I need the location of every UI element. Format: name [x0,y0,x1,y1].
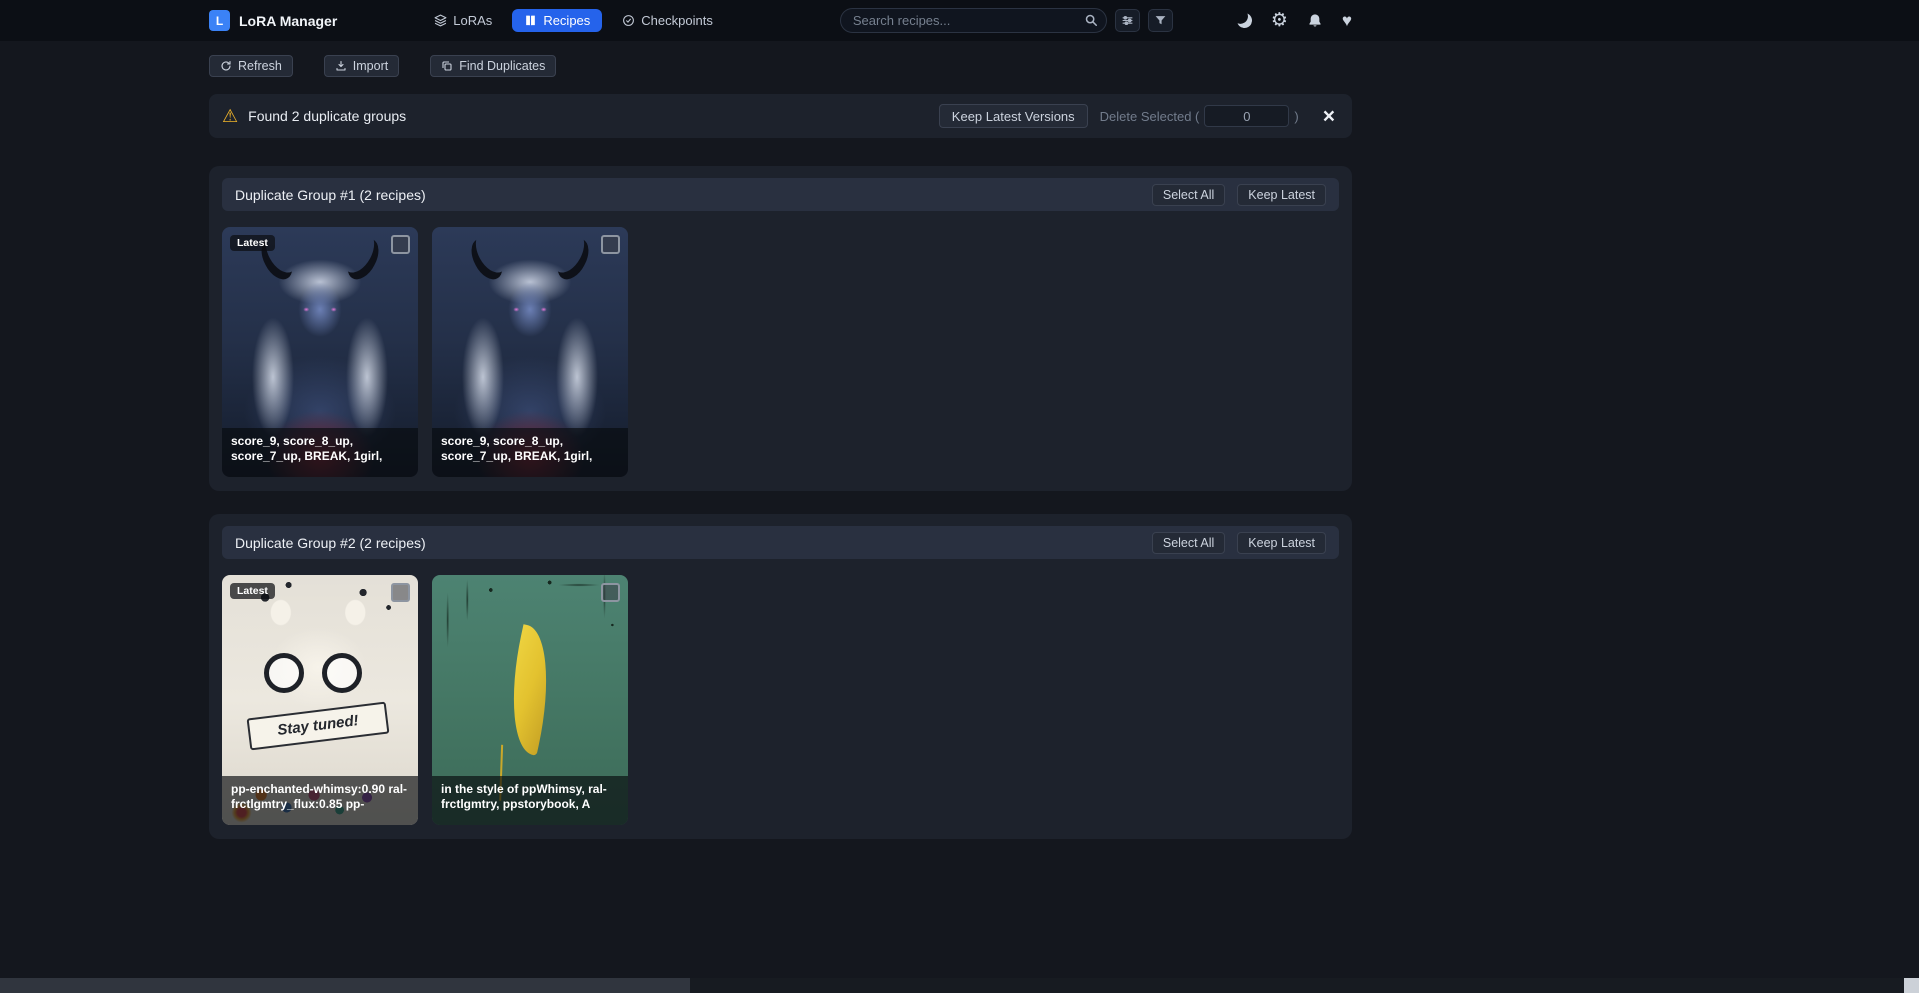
sign-text: Stay tuned! [276,712,359,739]
navbar: L LoRA Manager LoRAs Recipes C [0,0,1919,41]
tab-checkpoints-label: Checkpoints [641,13,713,28]
recipe-caption-text: pp-enchanted-whimsy:0.90 ral-frctlgmtry_… [231,782,409,812]
keep-latest-label: Keep Latest [1248,188,1315,202]
app-logo-icon: L [209,10,230,31]
navbar-inner: L LoRA Manager LoRAs Recipes C [209,0,1352,41]
refresh-label: Refresh [238,59,282,73]
funnel-icon [1154,14,1167,27]
app-title: LoRA Manager [239,13,337,29]
layers-icon [434,14,447,27]
recipe-caption: in the style of ppWhimsy, ral-frctlgmtry… [432,776,628,825]
search-bar [840,8,1107,33]
recipe-card[interactable]: in the style of ppWhimsy, ral-frctlgmtry… [432,575,628,825]
tab-loras-label: LoRAs [453,13,492,28]
import-icon [335,60,347,72]
sliders-button[interactable] [1115,9,1140,32]
filter-button[interactable] [1148,9,1173,32]
recipe-caption-text: score_9, score_8_up, score_7_up, BREAK, … [231,434,409,464]
delete-selected-suffix: ) [1294,109,1298,124]
recipe-caption: score_9, score_8_up, score_7_up, BREAK, … [222,428,418,477]
refresh-icon [220,60,232,72]
group-1-keep-latest-button[interactable]: Keep Latest [1237,184,1326,206]
stay-tuned-sign: Stay tuned! [247,702,390,751]
nav-tabs: LoRAs Recipes Checkpoints [432,9,715,32]
recipe-card[interactable]: score_9, score_8_up, score_7_up, BREAK, … [432,227,628,477]
warning-triangle-icon: ⚠ [222,107,238,125]
keep-latest-versions-button[interactable]: Keep Latest Versions [939,104,1088,128]
group-2-keep-latest-button[interactable]: Keep Latest [1237,532,1326,554]
main-content: Refresh Import Find Duplicates ⚠ Found 2… [209,41,1352,839]
notifications-bell-icon[interactable] [1307,13,1323,29]
duplicates-copy-icon [441,60,453,72]
refresh-button[interactable]: Refresh [209,55,293,77]
tab-loras[interactable]: LoRAs [432,9,494,32]
alert-message: Found 2 duplicate groups [248,108,406,124]
book-icon [524,14,537,27]
recipe-card[interactable]: Latest score_9, score_8_up, score_7_up, … [222,227,418,477]
scrollbar-corner [1904,978,1919,993]
duplicate-group-panel-2: Duplicate Group #2 (2 recipes) Select Al… [209,514,1352,839]
find-duplicates-button[interactable]: Find Duplicates [430,55,556,77]
recipe-caption: pp-enchanted-whimsy:0.90 ral-frctlgmtry_… [222,776,418,825]
sliders-icon [1121,14,1134,27]
close-alert-button[interactable]: × [1319,106,1339,127]
alert-actions: Keep Latest Versions Delete Selected ( )… [939,104,1339,128]
find-duplicates-label: Find Duplicates [459,59,545,73]
toolbar: Refresh Import Find Duplicates [209,55,1352,77]
group-1-cards: Latest score_9, score_8_up, score_7_up, … [222,227,1339,477]
import-label: Import [353,59,388,73]
duplicate-group-panel-1: Duplicate Group #1 (2 recipes) Select Al… [209,166,1352,491]
group-1-header: Duplicate Group #1 (2 recipes) Select Al… [222,178,1339,211]
latest-badge: Latest [230,583,275,599]
recipe-checkbox[interactable] [391,583,410,602]
recipe-caption: score_9, score_8_up, score_7_up, BREAK, … [432,428,628,477]
search-input[interactable] [840,8,1107,33]
delete-selected-prefix: Delete Selected ( [1100,109,1200,124]
latest-badge: Latest [230,235,275,251]
logo-letter: L [216,14,223,28]
recipe-caption-text: in the style of ppWhimsy, ral-frctlgmtry… [441,782,619,812]
horizontal-scrollbar[interactable] [0,978,1919,993]
search-icon[interactable] [1084,13,1098,27]
tab-recipes-label: Recipes [543,13,590,28]
import-button[interactable]: Import [324,55,399,77]
delete-count-input[interactable] [1204,105,1289,127]
keep-latest-label: Keep Latest [1248,536,1315,550]
close-icon: × [1323,105,1335,128]
favorites-heart-icon[interactable]: ♥ [1342,12,1352,29]
brand[interactable]: L LoRA Manager [209,10,337,31]
recipe-checkbox[interactable] [601,235,620,254]
delete-selected-group: Delete Selected ( ) [1100,105,1299,127]
horizontal-scrollbar-thumb[interactable] [0,978,690,993]
group-1-actions: Select All Keep Latest [1152,184,1326,206]
duplicates-alert-banner: ⚠ Found 2 duplicate groups Keep Latest V… [209,94,1352,138]
select-all-label: Select All [1163,536,1214,550]
recipe-card[interactable]: Stay tuned! Latest pp-enchanted-whimsy:0… [222,575,418,825]
theme-toggle-moon-icon[interactable] [1235,11,1253,29]
recipe-caption-text: score_9, score_8_up, score_7_up, BREAK, … [441,434,619,464]
tab-recipes[interactable]: Recipes [512,9,602,32]
group-2-cards: Stay tuned! Latest pp-enchanted-whimsy:0… [222,575,1339,825]
settings-gear-icon[interactable]: ⚙ [1271,11,1288,30]
select-all-label: Select All [1163,188,1214,202]
tab-checkpoints[interactable]: Checkpoints [620,9,715,32]
recipe-checkbox[interactable] [601,583,620,602]
group-2-header: Duplicate Group #2 (2 recipes) Select Al… [222,526,1339,559]
recipe-checkbox[interactable] [391,235,410,254]
check-circle-icon [622,14,635,27]
group-1-select-all-button[interactable]: Select All [1152,184,1225,206]
navbar-actions: ⚙ ♥ [1237,11,1352,30]
group-2-actions: Select All Keep Latest [1152,532,1326,554]
keep-latest-versions-label: Keep Latest Versions [952,109,1075,124]
group-2-title: Duplicate Group #2 (2 recipes) [235,535,426,551]
feather-art [497,624,562,756]
group-2-select-all-button[interactable]: Select All [1152,532,1225,554]
group-1-title: Duplicate Group #1 (2 recipes) [235,187,426,203]
